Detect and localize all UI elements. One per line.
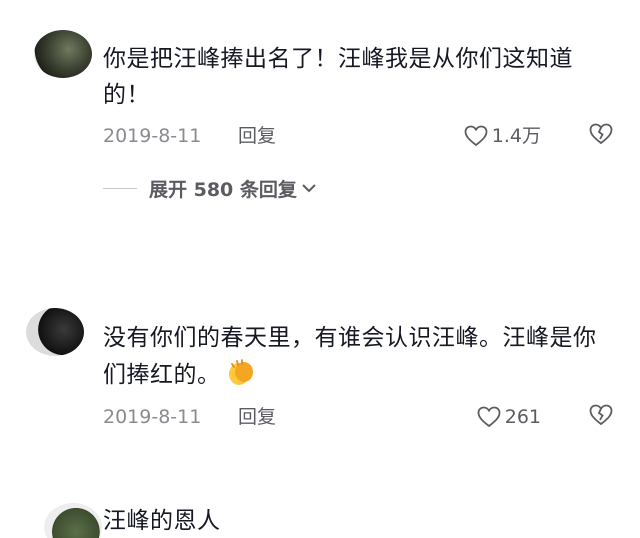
comment-meta: 2019-8-11 回复 1.4万	[103, 121, 613, 151]
comment-meta: 2019-8-11 回复 261	[103, 402, 613, 432]
dislike-button[interactable]	[589, 123, 613, 154]
comment-1: 你是把汪峰捧出名了！汪峰我是从你们这知道的！	[0, 30, 640, 210]
heart-outline-icon	[464, 125, 488, 147]
comment-text: 你是把汪峰捧出名了！汪峰我是从你们这知道的！	[103, 46, 573, 108]
reply-button[interactable]: 回复	[238, 121, 276, 151]
reply-button[interactable]: 回复	[238, 402, 276, 432]
like-button[interactable]: 261	[477, 402, 541, 432]
expand-replies-button[interactable]: 展开 580 条回复	[103, 173, 317, 203]
comment-text-content: 没有你们的春天里，有谁会认识汪峰。汪峰是你们捧红的。	[103, 325, 597, 388]
dislike-button[interactable]	[589, 404, 613, 435]
comment-3: 汪峰的恩人	[0, 497, 640, 538]
heart-outline-icon	[477, 406, 501, 428]
divider	[103, 187, 137, 189]
avatar[interactable]	[34, 30, 92, 78]
broken-heart-icon	[589, 404, 613, 426]
avatar[interactable]	[44, 503, 102, 538]
clapping-hands-emoji	[228, 359, 253, 385]
chevron-down-icon	[302, 184, 316, 193]
comment-text: 汪峰的恩人	[103, 508, 221, 534]
broken-heart-icon	[589, 123, 613, 145]
comment-text: 没有你们的春天里，有谁会认识汪峰。汪峰是你们捧红的。	[103, 320, 603, 393]
comment-date: 2019-8-11	[103, 406, 202, 428]
expand-replies-label: 展开 580 条回复	[149, 178, 297, 201]
avatar[interactable]	[26, 308, 84, 356]
like-button[interactable]: 1.4万	[464, 121, 541, 151]
comment-date: 2019-8-11	[103, 125, 202, 147]
like-count: 261	[504, 406, 541, 428]
like-count: 1.4万	[491, 125, 541, 147]
